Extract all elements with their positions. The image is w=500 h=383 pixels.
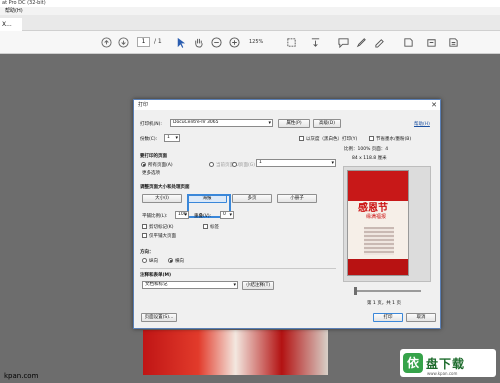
labels-label: 标签 (210, 225, 219, 230)
tile-large-checkbox[interactable] (142, 233, 147, 238)
copies-input[interactable]: 1 (164, 134, 180, 142)
help-link[interactable]: 帮助(H) (414, 121, 430, 127)
page-setup-button[interactable]: 页面设置(S)... (141, 313, 177, 322)
poster-title: 感恩节 (358, 203, 388, 214)
zoom-in-icon[interactable] (229, 36, 240, 48)
summarize-comments-button[interactable]: 小结注释(T) (242, 281, 274, 290)
document-page-preview (143, 330, 328, 375)
watermark-text: kpan.com (4, 372, 39, 380)
highlight-pen-icon[interactable] (356, 36, 367, 48)
logo-url: www.kpan.com (427, 371, 458, 376)
dialog-title: 打印 (134, 100, 440, 110)
landscape-radio[interactable] (168, 258, 173, 263)
landscape-label: 横向 (175, 259, 184, 264)
scroll-mode-icon[interactable] (310, 36, 321, 48)
share-icon[interactable] (426, 36, 437, 48)
menu-item-help[interactable]: 帮助(H) (5, 8, 23, 14)
poster-subtitle: 缘满福报 (366, 214, 387, 220)
properties-button[interactable]: 属性(P) (278, 119, 310, 128)
zoom-level[interactable]: 125% (249, 37, 274, 47)
all-pages-label: 所有页面(A) (148, 163, 173, 168)
orientation-heading: 方向： (140, 250, 154, 255)
logo-mark: 依 (403, 353, 423, 373)
pages-label: 页面(G) (239, 163, 255, 168)
poster-preview: 感恩节 缘满福报 (347, 170, 409, 276)
zoom-out-icon[interactable] (211, 36, 222, 48)
portrait-label: 纵向 (149, 259, 158, 264)
advanced-button[interactable]: 高级(D) (313, 119, 341, 128)
grayscale-label: 以灰度（黑白色）打印(Y) (306, 137, 358, 142)
window-title: at Pro DC (32-bit) (0, 0, 500, 7)
page-fit-icon[interactable] (286, 36, 297, 48)
scale-label: 平铺比例(L): (142, 214, 168, 219)
page-indicator: 第 1 页，共 1 页 (367, 301, 401, 306)
copies-label: 份数(C): (140, 137, 158, 142)
comments-select[interactable]: 文档和标记 (142, 281, 238, 289)
print-dialog: 打印 ✕ 打印机(N): DocuCentre-IV 3065 属性(P) 高级… (133, 99, 441, 329)
tile-large-label: 仅平铺大页面 (149, 234, 176, 239)
hand-tool-icon[interactable] (193, 36, 204, 48)
page-slider-thumb[interactable] (354, 287, 357, 295)
cancel-button[interactable]: 取消 (406, 313, 436, 322)
cut-marks-checkbox[interactable] (142, 224, 147, 229)
close-icon[interactable]: ✕ (431, 101, 437, 109)
preview-scale: 比例：100% 页面：4 (344, 147, 389, 152)
save-ink-checkbox[interactable] (369, 136, 374, 141)
grayscale-checkbox[interactable] (299, 136, 304, 141)
draw-icon[interactable] (374, 36, 385, 48)
page-number-input[interactable]: 1 (137, 37, 150, 47)
all-pages-radio[interactable] (141, 162, 146, 167)
page-total: / 1 (154, 38, 162, 45)
scale-input[interactable]: 100 (175, 211, 189, 219)
sizing-section-heading: 调整页面大小和处理页面 (140, 185, 190, 190)
select-cursor-icon[interactable] (175, 36, 186, 48)
toolbar: 1 / 1 125% (0, 31, 500, 54)
preview-size: 84 x 118.8 厘米 (352, 156, 387, 161)
logo-text: 盘下载 (426, 356, 466, 371)
divider (140, 268, 336, 269)
printer-select[interactable]: DocuCentre-IV 3065 (170, 119, 273, 127)
portrait-radio[interactable] (142, 258, 147, 263)
overlap-label: 重叠(V): (194, 214, 212, 219)
menu-bar: 帮助(H) (0, 7, 500, 15)
fill-sign-icon[interactable] (403, 36, 414, 48)
comment-icon[interactable] (338, 36, 349, 48)
prev-page-icon[interactable] (101, 36, 112, 48)
print-button[interactable]: 打印 (373, 313, 403, 322)
next-page-icon[interactable] (118, 36, 129, 48)
booklet-button[interactable]: 小册子 (277, 194, 317, 203)
document-tab[interactable]: X... (0, 18, 22, 31)
more-tools-icon[interactable] (448, 36, 459, 48)
save-ink-label: 节省墨水/墨粉(B) (376, 137, 412, 142)
pages-section-heading: 要打印的页面 (140, 154, 167, 159)
comments-heading: 注释和表单(M) (140, 273, 172, 278)
labels-checkbox[interactable] (203, 224, 208, 229)
tab-bar: X... (0, 15, 500, 31)
page-slider-track[interactable] (355, 290, 421, 292)
multiple-button[interactable]: 多页 (232, 194, 272, 203)
overlap-input[interactable]: 0 (220, 211, 234, 219)
cut-marks-label: 剪切标记(K) (149, 225, 174, 230)
pages-radio[interactable] (232, 162, 237, 167)
printer-label: 打印机(N): (140, 122, 162, 127)
more-options-toggle[interactable]: 更多选项 (142, 170, 160, 176)
watermark-logo: 依 盘下载 www.kpan.com (400, 349, 496, 377)
current-page-radio[interactable] (209, 162, 214, 167)
size-button[interactable]: 大小(I) (142, 194, 182, 203)
current-page-label: 当前页面(U) (216, 163, 241, 168)
pages-range-input[interactable]: 1 (256, 159, 336, 167)
